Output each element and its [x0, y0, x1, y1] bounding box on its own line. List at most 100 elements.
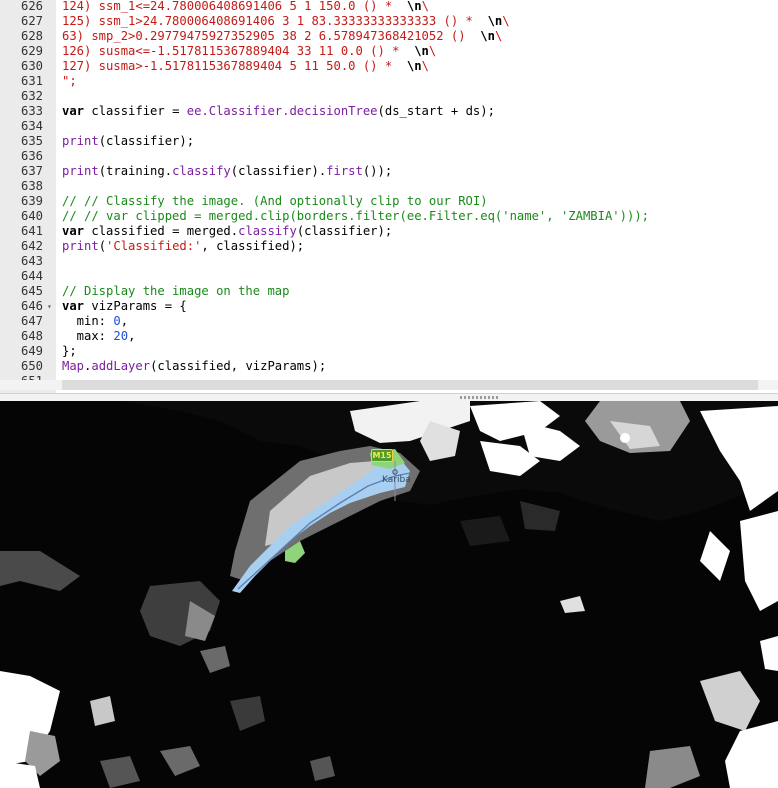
- code-text: 126) susma<=-1.5178115367889404 33 11 0.…: [62, 44, 436, 59]
- line-number: 627: [20, 14, 43, 28]
- line-number: 631: [20, 74, 43, 88]
- code-line[interactable]: 639 // // Classify the image. (And option…: [0, 194, 778, 209]
- code-token: Map: [62, 359, 85, 373]
- code-line[interactable]: 640 // // var clipped = merged.clip(borde…: [0, 209, 778, 224]
- line-number: 647: [20, 314, 43, 328]
- code-token: \n: [406, 0, 422, 13]
- line-number: 637: [20, 164, 43, 178]
- code-text: ";: [62, 74, 77, 89]
- code-token: classify: [238, 224, 297, 238]
- line-number: 636: [20, 149, 43, 163]
- code-token: (classifier);: [98, 134, 195, 148]
- line-number: 632: [20, 89, 43, 103]
- code-token: 126) susma<=-1.5178115367889404 33 11 0.…: [62, 44, 415, 58]
- code-line[interactable]: 638: [0, 179, 778, 194]
- code-line[interactable]: 645 // Display the image on the map: [0, 284, 778, 299]
- code-token: print: [62, 239, 99, 253]
- code-token: \: [494, 29, 503, 43]
- code-token: first: [326, 164, 363, 178]
- code-line[interactable]: 643: [0, 254, 778, 269]
- line-number: 626: [20, 0, 43, 13]
- code-editor[interactable]: 626 124) ssm_1<=24.780006408691406 5 1 15…: [0, 0, 778, 393]
- line-number: 646: [20, 299, 43, 313]
- code-token: 124) ssm_1<=24.780006408691406 5 1 150.0…: [62, 0, 407, 13]
- code-text: 63) smp_2>0.29779475927352905 38 2 6.578…: [62, 29, 502, 44]
- code-token: addLayer: [91, 359, 151, 373]
- code-line[interactable]: 647 min: 0,: [0, 314, 778, 329]
- code-token: ());: [362, 164, 393, 178]
- code-text: };: [62, 344, 77, 359]
- line-number: 649: [20, 344, 43, 358]
- code-token: (ds_start + ds);: [377, 104, 495, 118]
- code-line[interactable]: 649};: [0, 344, 778, 359]
- code-text: max: 20,: [62, 329, 136, 344]
- code-text: // Display the image on the map: [62, 284, 289, 299]
- code-text: print('Classified:', classified);: [62, 239, 304, 254]
- line-number: 635: [20, 134, 43, 148]
- code-line[interactable]: 637 print(training.classify(classifier).f…: [0, 164, 778, 179]
- line-number: 643: [20, 254, 43, 268]
- code-text: min: 0,: [62, 314, 128, 329]
- code-line[interactable]: 632: [0, 89, 778, 104]
- fold-toggle-icon[interactable]: ▾: [47, 299, 52, 314]
- code-token: var: [62, 299, 85, 313]
- code-token: };: [62, 344, 77, 358]
- code-token: max:: [62, 329, 114, 343]
- code-token: (training.: [98, 164, 173, 178]
- code-text: 125) ssm_1>24.780006408691406 3 1 83.333…: [62, 14, 510, 29]
- code-line[interactable]: 634: [0, 119, 778, 134]
- code-token: min:: [62, 314, 114, 328]
- line-number: 633: [20, 104, 43, 118]
- code-line[interactable]: 648 max: 20,: [0, 329, 778, 344]
- code-token: (classifier).: [230, 164, 327, 178]
- code-token: var: [62, 224, 85, 238]
- code-token: vizParams = {: [84, 299, 187, 313]
- code-text: // // Classify the image. (And optionall…: [62, 194, 488, 209]
- code-token: classifier =: [84, 104, 187, 118]
- code-token: \: [428, 44, 437, 58]
- map-view[interactable]: M15 Kariba: [0, 401, 778, 788]
- code-line[interactable]: 642 print('Classified:', classified);: [0, 239, 778, 254]
- code-text: var vizParams = {: [62, 299, 187, 314]
- code-line[interactable]: 644: [0, 269, 778, 284]
- code-token: , classified);: [201, 239, 305, 253]
- code-token: 20: [113, 329, 129, 343]
- code-line[interactable]: 630 127) susma>-1.5178115367889404 5 11 5…: [0, 59, 778, 74]
- code-line[interactable]: 628 63) smp_2>0.29779475927352905 38 2 6.…: [0, 29, 778, 44]
- code-line[interactable]: 646 ▾ var vizParams = {: [0, 299, 778, 314]
- line-number: 648: [20, 329, 43, 343]
- line-number: 638: [20, 179, 43, 193]
- horizontal-scrollbar-thumb[interactable]: [62, 380, 758, 390]
- code-line[interactable]: 627 125) ssm_1>24.780006408691406 3 1 83.…: [0, 14, 778, 29]
- code-line[interactable]: 629 126) susma<=-1.5178115367889404 33 11…: [0, 44, 778, 59]
- code-token: (classifier);: [296, 224, 393, 238]
- code-line[interactable]: 626 124) ssm_1<=24.780006408691406 5 1 15…: [0, 0, 778, 14]
- code-token: \: [421, 0, 429, 13]
- code-token: 0: [113, 314, 121, 328]
- line-number: 642: [20, 239, 43, 253]
- code-text: print(training.classify(classifier).firs…: [62, 164, 392, 179]
- code-token: 63) smp_2>0.29779475927352905 38 2 6.578…: [62, 29, 481, 43]
- code-line[interactable]: 635 print(classifier);: [0, 134, 778, 149]
- line-number: 650: [20, 359, 43, 373]
- code-line[interactable]: 650 Map.addLayer(classified, vizParams);: [0, 359, 778, 374]
- code-line[interactable]: 631 ";: [0, 74, 778, 89]
- code-token: \n: [414, 44, 429, 58]
- code-line[interactable]: 636: [0, 149, 778, 164]
- code-line[interactable]: 641 var classified = merged.classify(clas…: [0, 224, 778, 239]
- line-number: 641: [20, 224, 43, 238]
- code-token: (classified, vizParams);: [150, 359, 327, 373]
- line-number: 639: [20, 194, 43, 208]
- code-token: \: [421, 59, 429, 73]
- code-text: Map.addLayer(classified, vizParams);: [62, 359, 326, 374]
- splitter-grip-icon[interactable]: [460, 396, 500, 399]
- line-number: 630: [20, 59, 43, 73]
- code-token: 125) ssm_1>24.780006408691406 3 1 83.333…: [62, 14, 488, 28]
- line-number: 629: [20, 44, 43, 58]
- line-number: 644: [20, 269, 43, 283]
- code-token: print: [62, 134, 99, 148]
- code-token: \: [502, 14, 510, 28]
- line-number: 628: [20, 29, 43, 43]
- code-line[interactable]: 633 var classifier = ee.Classifier.decisi…: [0, 104, 778, 119]
- line-number: 640: [20, 209, 43, 223]
